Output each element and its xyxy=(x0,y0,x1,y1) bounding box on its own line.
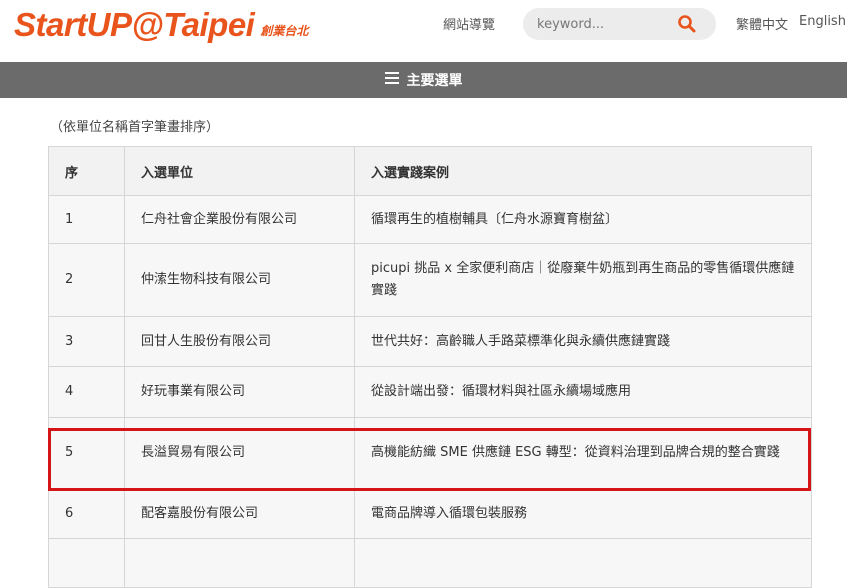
table-row: 4 好玩事業有限公司 從設計端出發：循環材料與社區永續場域應用 xyxy=(48,366,812,418)
cell-case xyxy=(354,538,812,588)
cell-seq: 5 xyxy=(48,417,125,489)
cell-case: picupi 挑品 x 全家便利商店｜從廢棄牛奶瓶到再生商品的零售循環供應鏈實踐 xyxy=(354,243,812,317)
header-seq: 序 xyxy=(48,146,125,196)
selected-cases-table: 序 入選單位 入選實踐案例 1 仁舟社會企業股份有限公司 循環再生的植樹輔具〔仁… xyxy=(48,146,812,588)
cell-unit: 回甘人生股份有限公司 xyxy=(124,316,355,367)
table-row: 3 回甘人生股份有限公司 世代共好：高齡職人手路菜標準化與永續供應鏈實踐 xyxy=(48,316,812,367)
site-logo[interactable]: StartUP@Taipei 創業台北 xyxy=(14,4,308,46)
cell-unit: 配客嘉股份有限公司 xyxy=(124,488,355,539)
cell-case: 循環再生的植樹輔具〔仁舟水源寶育樹盆〕 xyxy=(354,195,812,244)
site-header: StartUP@Taipei 創業台北 網站導覽 繁體中文 English xyxy=(0,0,847,54)
header-unit: 入選單位 xyxy=(124,146,355,196)
cell-seq: 4 xyxy=(48,366,125,418)
cell-unit: 好玩事業有限公司 xyxy=(124,366,355,418)
cell-seq: 6 xyxy=(48,488,125,539)
search-icon[interactable] xyxy=(677,14,697,34)
cell-unit: 仲溹生物科技有限公司 xyxy=(124,243,355,317)
cell-case: 從設計端出發：循環材料與社區永續場域應用 xyxy=(354,366,812,418)
lang-zh-link[interactable]: 繁體中文 xyxy=(736,14,788,33)
search-box xyxy=(523,8,716,40)
cell-seq xyxy=(48,538,125,588)
cell-case: 高機能紡織 SME 供應鏈 ESG 轉型：從資料治理到品牌合規的整合實踐 xyxy=(354,417,812,489)
search-input[interactable] xyxy=(537,14,667,34)
cell-seq: 1 xyxy=(48,195,125,244)
logo-subtitle: 創業台北 xyxy=(260,24,309,38)
header-case: 入選實踐案例 xyxy=(354,146,812,196)
table-row: 2 仲溹生物科技有限公司 picupi 挑品 x 全家便利商店｜從廢棄牛奶瓶到再… xyxy=(48,243,812,317)
table-header-row: 序 入選單位 入選實踐案例 xyxy=(48,146,812,196)
hamburger-icon xyxy=(384,72,399,88)
cell-unit: 長溢貿易有限公司 xyxy=(124,417,355,489)
cell-seq: 3 xyxy=(48,316,125,367)
cell-case: 電商品牌導入循環包裝服務 xyxy=(354,488,812,539)
lang-en-link[interactable]: English xyxy=(799,14,846,29)
cell-seq: 2 xyxy=(48,243,125,317)
cell-unit: 仁舟社會企業股份有限公司 xyxy=(124,195,355,244)
cell-unit xyxy=(124,538,355,588)
table-row: 6 配客嘉股份有限公司 電商品牌導入循環包裝服務 xyxy=(48,488,812,539)
logo-wordmark: StartUP@Taipei xyxy=(14,6,255,43)
main-menu-label: 主要選單 xyxy=(406,73,463,89)
table-row xyxy=(48,538,812,588)
sort-note: （依單位名稱首字筆畫排序） xyxy=(50,120,220,135)
main-menu-toggle[interactable]: 主要選單 xyxy=(384,70,463,90)
table-row: 1 仁舟社會企業股份有限公司 循環再生的植樹輔具〔仁舟水源寶育樹盆〕 xyxy=(48,195,812,244)
main-menu-bar: 主要選單 xyxy=(0,62,847,98)
cell-case: 世代共好：高齡職人手路菜標準化與永續供應鏈實踐 xyxy=(354,316,812,367)
table-row: 5 長溢貿易有限公司 高機能紡織 SME 供應鏈 ESG 轉型：從資料治理到品牌… xyxy=(48,417,812,489)
sitemap-link[interactable]: 網站導覽 xyxy=(443,14,495,33)
